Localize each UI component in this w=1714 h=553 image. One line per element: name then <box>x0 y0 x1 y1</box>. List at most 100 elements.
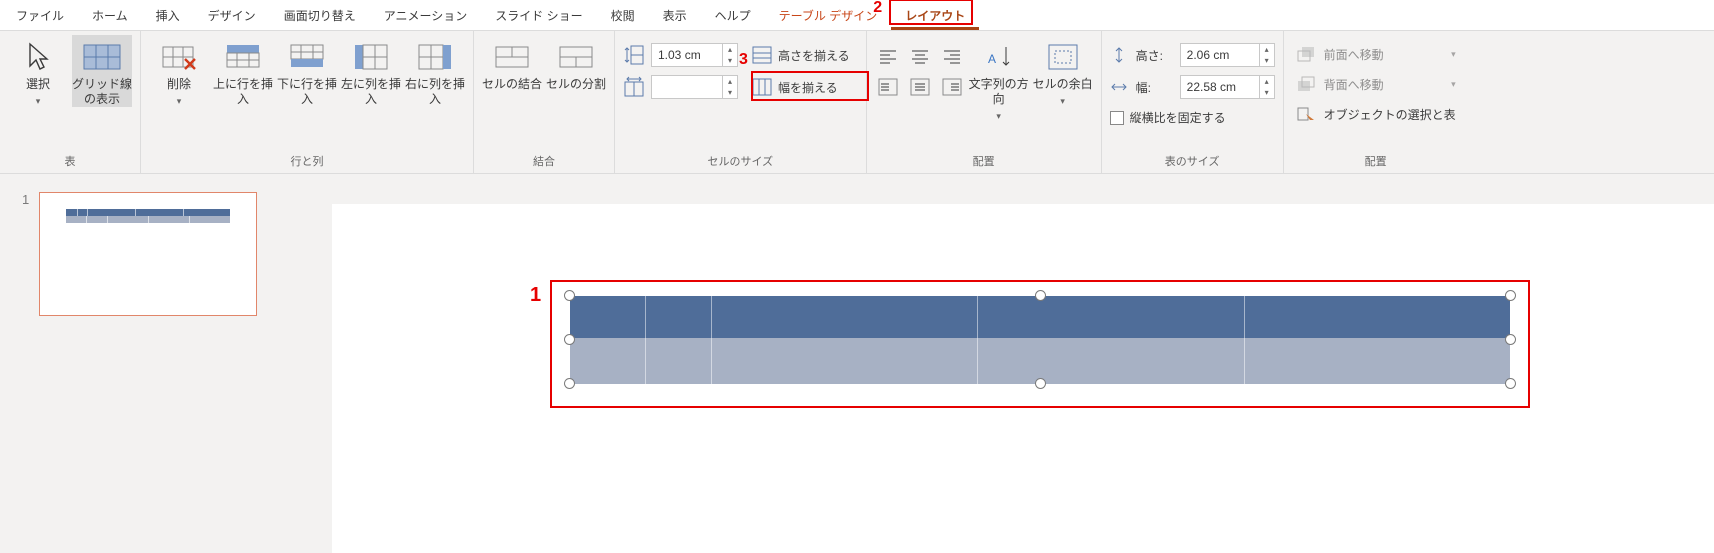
text-direction-icon: A <box>984 41 1014 73</box>
spin-down-icon[interactable]: ▾ <box>1260 87 1274 98</box>
delete-icon <box>159 41 199 73</box>
insert-row-below-icon <box>287 41 327 73</box>
group-table-label: 表 <box>65 149 76 173</box>
slide-edit-pane[interactable]: 1 <box>332 174 1714 553</box>
row-height-input[interactable] <box>652 44 722 66</box>
insert-row-below-label: 下に行を挿入 <box>277 77 337 107</box>
tab-file[interactable]: ファイル <box>2 1 78 30</box>
text-direction-label: 文字列の方向 <box>969 77 1029 107</box>
cursor-icon <box>24 41 52 73</box>
gridlines-icon <box>82 41 122 73</box>
text-direction-button[interactable]: A 文字列の方向 ▾ <box>969 35 1029 122</box>
split-cells-button[interactable]: セルの分割 <box>546 35 606 92</box>
resize-handle[interactable] <box>1035 290 1046 301</box>
spin-up-icon[interactable]: ▴ <box>1260 76 1274 87</box>
send-backward-button[interactable]: 背面へ移動 ▾ <box>1292 71 1460 97</box>
bring-forward-button[interactable]: 前面へ移動 ▾ <box>1292 41 1460 67</box>
group-arrange: 前面へ移動 ▾ 背面へ移動 ▾ オブジェクトの選択と表 配置 <box>1284 31 1468 173</box>
align-middle-center-button[interactable] <box>907 75 933 99</box>
align-top-right-button[interactable] <box>939 45 965 69</box>
group-rows-cols-label: 行と列 <box>291 149 324 173</box>
cell-margins-button[interactable]: セルの余白 ▾ <box>1033 35 1093 107</box>
align-middle-left-button[interactable] <box>875 75 901 99</box>
resize-handle[interactable] <box>564 334 575 345</box>
align-top-left-button[interactable] <box>875 45 901 69</box>
group-merge: セルの結合 セルの分割 結合 <box>474 31 615 173</box>
selection-pane-icon <box>1296 105 1316 123</box>
resize-handle[interactable] <box>1505 334 1516 345</box>
table-height-label: 高さ: <box>1136 47 1172 64</box>
group-cell-size-label: セルのサイズ <box>707 149 773 173</box>
select-label: 選択 <box>26 77 50 92</box>
spin-down-icon[interactable]: ▾ <box>1260 55 1274 66</box>
tab-table-design[interactable]: テーブル デザイン <box>765 1 892 30</box>
resize-handle[interactable] <box>564 378 575 389</box>
thumbnails-pane[interactable]: 1 <box>0 174 332 553</box>
chevron-down-icon: ▾ <box>996 111 1001 122</box>
align-top-center-button[interactable] <box>907 45 933 69</box>
tab-animations[interactable]: アニメーション <box>370 1 482 30</box>
col-width-spinner[interactable]: ▴▾ <box>651 75 738 99</box>
col-width-input[interactable] <box>652 76 722 98</box>
tab-transitions[interactable]: 画面切り替え <box>270 1 370 30</box>
chevron-down-icon: ▾ <box>36 96 41 107</box>
spin-up-icon[interactable]: ▴ <box>723 44 737 55</box>
slide-canvas[interactable]: 1 <box>332 204 1714 553</box>
merge-cells-icon <box>492 41 532 73</box>
spin-down-icon[interactable]: ▾ <box>723 87 737 98</box>
chevron-down-icon: ▾ <box>1451 49 1456 60</box>
select-button[interactable]: 選択 ▾ <box>8 35 68 107</box>
lock-aspect-checkbox[interactable]: 縦横比を固定する <box>1110 109 1275 126</box>
resize-handle[interactable] <box>1505 290 1516 301</box>
send-backward-label: 背面へ移動 <box>1324 76 1384 93</box>
table-width-input[interactable] <box>1181 76 1259 98</box>
resize-handle[interactable] <box>564 290 575 301</box>
tab-slideshow[interactable]: スライド ショー <box>481 1 596 30</box>
distribute-rows-button[interactable]: 高さを揃える <box>744 43 858 67</box>
align-middle-right-button[interactable] <box>939 75 965 99</box>
distribute-rows-icon <box>752 46 772 64</box>
spin-up-icon[interactable]: ▴ <box>723 76 737 87</box>
group-cell-size: ▴▾ 高さを揃える ▴▾ <box>615 31 867 173</box>
group-alignment-label: 配置 <box>973 149 995 173</box>
resize-handle[interactable] <box>1505 378 1516 389</box>
checkbox-icon <box>1110 111 1124 125</box>
selected-table[interactable] <box>570 296 1510 384</box>
insert-col-left-button[interactable]: 左に列を挿入 <box>341 35 401 107</box>
view-gridlines-label: グリッド線の表示 <box>72 77 132 107</box>
thumbnail-table-preview <box>66 209 230 223</box>
insert-row-below-button[interactable]: 下に行を挿入 <box>277 35 337 107</box>
delete-button[interactable]: 削除 ▾ <box>149 35 209 107</box>
insert-row-above-icon <box>223 41 263 73</box>
chevron-down-icon: ▾ <box>177 96 182 107</box>
split-cells-icon <box>556 41 596 73</box>
view-gridlines-button[interactable]: グリッド線の表示 <box>72 35 132 107</box>
tab-insert[interactable]: 挿入 <box>142 1 194 30</box>
tab-home[interactable]: ホーム <box>78 1 142 30</box>
group-table: 選択 ▾ グリッド線の表示 表 <box>0 31 141 173</box>
spin-up-icon[interactable]: ▴ <box>1260 44 1274 55</box>
table-height-spinner[interactable]: ▴▾ <box>1180 43 1275 67</box>
merge-cells-button[interactable]: セルの結合 <box>482 35 542 92</box>
spin-down-icon[interactable]: ▾ <box>723 55 737 66</box>
tab-review[interactable]: 校閲 <box>597 1 649 30</box>
insert-row-above-label: 上に行を挿入 <box>213 77 273 107</box>
tab-design[interactable]: デザイン <box>194 1 270 30</box>
slide-thumbnail[interactable] <box>39 192 257 316</box>
table-height-input[interactable] <box>1181 44 1259 66</box>
tab-view[interactable]: 表示 <box>649 1 701 30</box>
col-width-icon <box>623 76 645 98</box>
distribute-cols-button[interactable]: 幅を揃える <box>744 75 846 99</box>
row-height-spinner[interactable]: ▴▾ <box>651 43 738 67</box>
tab-help[interactable]: ヘルプ <box>701 1 765 30</box>
resize-handle[interactable] <box>1035 378 1046 389</box>
table-width-spinner[interactable]: ▴▾ <box>1180 75 1275 99</box>
group-merge-label: 結合 <box>533 149 555 173</box>
selection-pane-button[interactable]: オブジェクトの選択と表 <box>1292 101 1460 127</box>
group-arrange-label: 配置 <box>1365 149 1387 173</box>
tab-layout[interactable]: レイアウト <box>891 1 979 30</box>
insert-col-right-button[interactable]: 右に列を挿入 <box>405 35 465 107</box>
document-area: 1 1 <box>0 174 1714 553</box>
bring-forward-icon <box>1296 45 1316 63</box>
insert-row-above-button[interactable]: 上に行を挿入 <box>213 35 273 107</box>
